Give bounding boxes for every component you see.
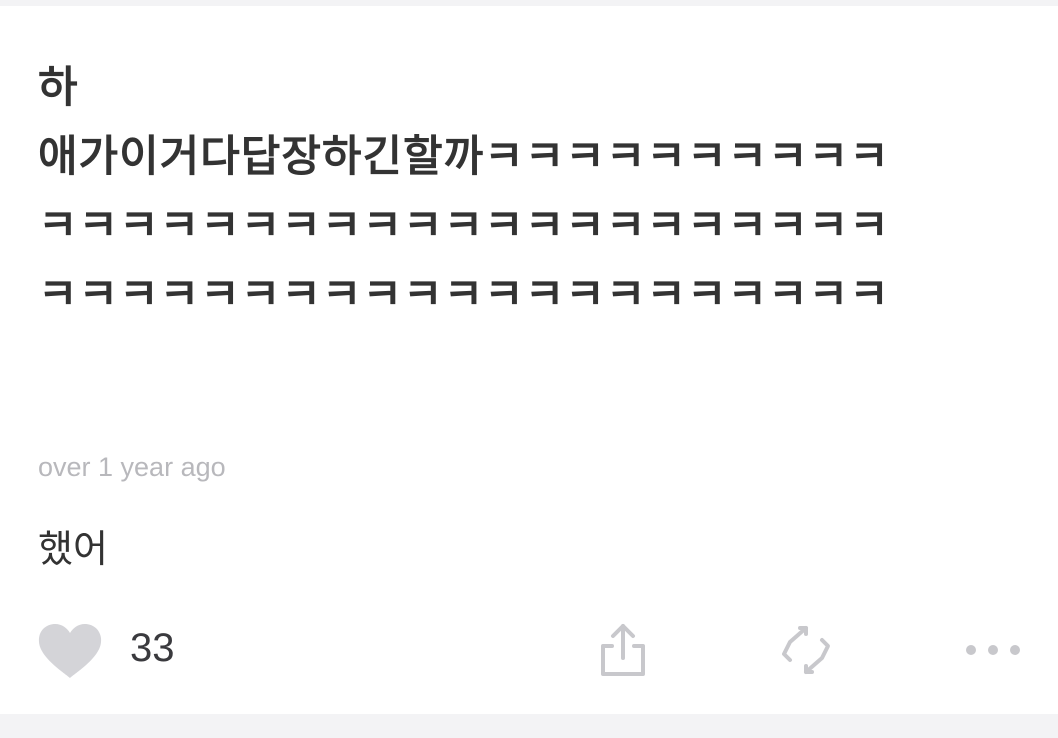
answer-text: 했어 — [38, 527, 108, 571]
like-button[interactable] — [36, 622, 104, 680]
more-button[interactable] — [962, 628, 1024, 672]
more-icon — [966, 645, 1020, 655]
share-icon — [601, 624, 645, 676]
question-text: 하 애가이거다답장하긴할까ㅋㅋㅋㅋㅋㅋㅋㅋㅋㅋㅋㅋㅋㅋㅋㅋㅋㅋㅋㅋㅋㅋㅋㅋㅋㅋㅋ… — [38, 63, 890, 320]
repost-icon — [782, 626, 830, 674]
share-button[interactable] — [596, 620, 650, 680]
post-card: 하 애가이거다답장하긴할까ㅋㅋㅋㅋㅋㅋㅋㅋㅋㅋㅋㅋㅋㅋㅋㅋㅋㅋㅋㅋㅋㅋㅋㅋㅋㅋㅋ… — [0, 6, 1058, 714]
action-bar: 33 — [0, 616, 1058, 686]
timestamp: over 1 year ago — [38, 452, 226, 482]
heart-icon — [38, 624, 102, 678]
repost-button[interactable] — [776, 620, 836, 680]
like-count: 33 — [130, 626, 175, 670]
